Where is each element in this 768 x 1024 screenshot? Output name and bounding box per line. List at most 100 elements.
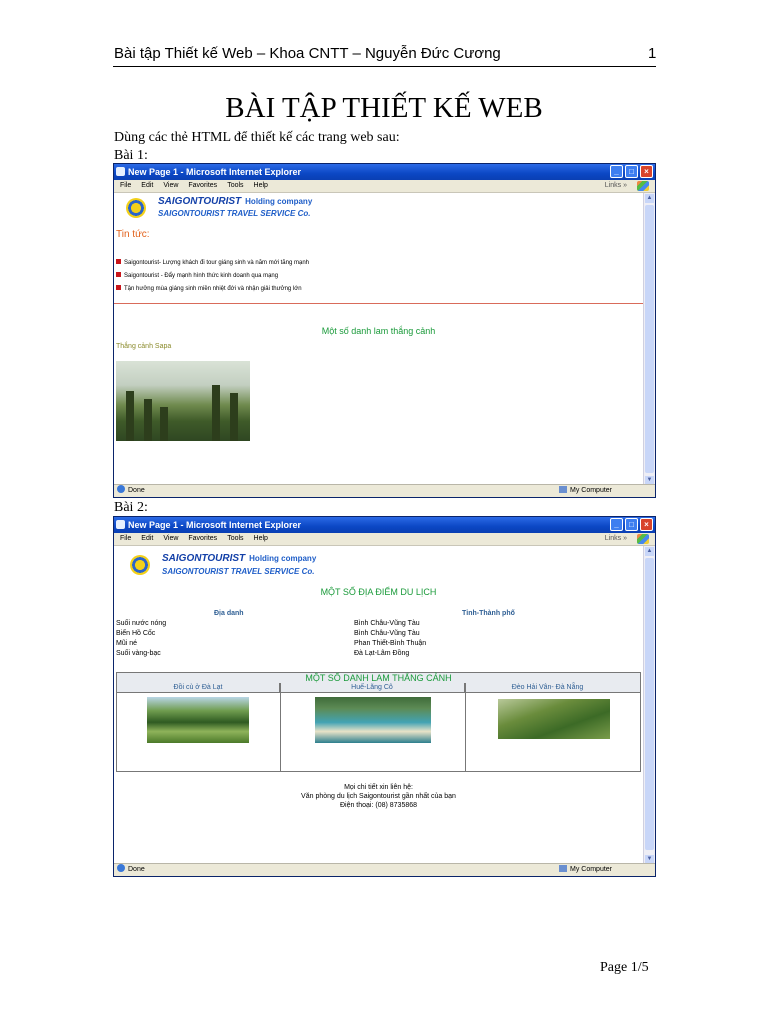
menu-help[interactable]: Help: [254, 182, 268, 189]
links-toolbar[interactable]: Links »: [605, 180, 627, 192]
place-province: Đà Lạt-Lâm Đồng: [354, 650, 410, 657]
links-chevron-icon: »: [623, 535, 627, 542]
contact-line: Văn phòng du lịch Saigontourist gần nhất…: [301, 793, 456, 800]
vertical-scrollbar[interactable]: ▲ ▼: [643, 546, 655, 865]
saigontourist-logo: [126, 198, 146, 218]
menu-bar: File Edit View Favorites Tools Help Links »: [114, 180, 655, 193]
ie-page-icon: [116, 167, 125, 176]
page-content-bai1: SAIGONTOURIST Holding company SAIGONTOURI…: [114, 193, 643, 486]
table-col-haivan: Đèo Hải Vân- Đà Nẵng: [511, 684, 584, 691]
col-header-province: Tỉnh-Thành phố: [462, 610, 515, 617]
menu-favorites[interactable]: Favorites: [188, 182, 217, 189]
page-number: 1: [648, 45, 657, 62]
scroll-thumb[interactable]: [645, 558, 654, 850]
maximize-button[interactable]: □: [625, 165, 638, 178]
maximize-button[interactable]: □: [625, 518, 638, 531]
status-done: Done: [128, 487, 145, 494]
red-bullet-icon: [116, 272, 121, 277]
page-footer: Page 1/5: [600, 960, 649, 975]
table-col-hue: Huế-Lăng Cô: [280, 683, 465, 692]
menu-bar: File Edit View Favorites Tools Help Links »: [114, 533, 655, 546]
vertical-scrollbar[interactable]: ▲ ▼: [643, 193, 655, 486]
place-name: Suối vàng-bạc: [116, 650, 161, 657]
close-button[interactable]: ×: [640, 165, 653, 178]
minimize-button[interactable]: _: [610, 165, 623, 178]
links-chevron-icon: »: [623, 182, 627, 189]
bai1-label: Bài 1:: [114, 148, 148, 163]
menu-help[interactable]: Help: [254, 535, 268, 542]
news-item[interactable]: Tận hưởng mùa giáng sinh miền nhiệt đới …: [116, 285, 302, 292]
computer-icon: [559, 486, 567, 493]
place-province: Phan Thiết-Bình Thuận: [354, 640, 427, 647]
sapa-label: Thắng cảnh Sapa: [116, 343, 172, 350]
col-header-place: Địa danh: [214, 610, 244, 617]
menu-file[interactable]: File: [120, 535, 131, 542]
menu-view[interactable]: View: [163, 182, 178, 189]
table-header-row: Đồi cù ở Đà Lạt Huế-Lăng Cô Đèo Hải Vân-…: [117, 683, 640, 693]
brand-line2: SAIGONTOURIST TRAVEL SERVICE Co.: [162, 567, 315, 576]
window-titlebar: New Page 1 - Microsoft Internet Explorer…: [114, 164, 655, 180]
intro-text: Dùng các thẻ HTML để thiết kế các trang …: [114, 130, 400, 145]
sapa-photo: [116, 361, 250, 441]
news-item[interactable]: Saigontourist - Đẩy mạnh hình thức kinh …: [116, 272, 278, 279]
status-zone: My Computer: [570, 866, 613, 873]
status-bar: Done My Computer: [114, 863, 655, 876]
status-zone: My Computer: [570, 487, 613, 494]
scroll-thumb[interactable]: [645, 205, 654, 473]
window-titlebar: New Page 1 - Microsoft Internet Explorer…: [114, 517, 655, 533]
menu-favorites[interactable]: Favorites: [188, 535, 217, 542]
menu-tools[interactable]: Tools: [227, 535, 243, 542]
place-province: Bình Châu-Vũng Tàu: [354, 630, 420, 637]
place-province: Bình Châu-Vũng Tàu: [354, 620, 420, 627]
ie-window-bai2: New Page 1 - Microsoft Internet Explorer…: [113, 516, 656, 877]
scroll-up-icon[interactable]: ▲: [645, 194, 654, 203]
page-header-text: Bài tập Thiết kế Web – Khoa CNTT – Nguyễ…: [114, 45, 501, 62]
contact-phone: Điện thoại: (08) 8735868: [339, 802, 418, 809]
ie-icon: [117, 864, 125, 872]
place-name: Biển Hồ Cốc: [116, 630, 156, 637]
red-bullet-icon: [116, 259, 121, 264]
ie-icon: [117, 485, 125, 493]
brand-line1: SAIGONTOURIST Holding company: [158, 196, 313, 207]
document-title: BÀI TẬP THIẾT KẾ WEB: [225, 92, 543, 124]
hue-langco-photo: [315, 697, 431, 743]
saigontourist-logo: [130, 555, 150, 575]
section-title-bai1: Một số danh lam thắng cảnh: [321, 326, 436, 336]
scroll-up-icon[interactable]: ▲: [645, 547, 654, 556]
landscape-table: MỘT SỐ DANH LAM THẮNG CẢNH Đồi cù ở Đà L…: [116, 672, 641, 772]
window-title: New Page 1 - Microsoft Internet Explorer: [128, 167, 302, 177]
ie-window-bai1: New Page 1 - Microsoft Internet Explorer…: [113, 163, 656, 498]
place-name: Mũi né: [116, 640, 138, 647]
section-title-bai2: MỘT SỐ ĐỊA ĐIỂM DU LỊCH: [320, 587, 437, 597]
menu-tools[interactable]: Tools: [227, 182, 243, 189]
news-item[interactable]: Saigontourist- Lượng khách đi tour giáng…: [116, 259, 309, 266]
window-title: New Page 1 - Microsoft Internet Explorer: [128, 520, 302, 530]
menu-file[interactable]: File: [120, 182, 131, 189]
haivan-photo: [498, 699, 610, 739]
ie-page-icon: [116, 520, 125, 529]
bai2-label: Bài 2:: [114, 500, 148, 515]
contact-line: Mọi chi tiết xin liên hệ:: [344, 784, 413, 791]
close-button[interactable]: ×: [640, 518, 653, 531]
menu-edit[interactable]: Edit: [141, 182, 153, 189]
red-divider: [114, 303, 643, 304]
computer-icon: [559, 865, 567, 872]
minimize-button[interactable]: _: [610, 518, 623, 531]
place-name: Suối nước nóng: [116, 620, 167, 627]
page-content-bai2: SAIGONTOURIST Holding company SAIGONTOURI…: [114, 546, 643, 865]
brand-line1: SAIGONTOURIST Holding company: [162, 553, 317, 564]
windows-logo-icon: [637, 534, 649, 544]
menu-view[interactable]: View: [163, 535, 178, 542]
links-label: Links: [604, 182, 622, 189]
menu-edit[interactable]: Edit: [141, 535, 153, 542]
news-title: Tin tức:: [116, 229, 150, 240]
table-col-dalat: Đồi cù ở Đà Lạt: [117, 683, 280, 692]
header-rule: [113, 66, 656, 67]
status-bar: Done My Computer: [114, 484, 655, 497]
links-toolbar[interactable]: Links »: [605, 533, 627, 545]
status-done: Done: [128, 866, 145, 873]
windows-logo-icon: [637, 181, 649, 191]
red-bullet-icon: [116, 285, 121, 290]
dalat-photo: [147, 697, 249, 743]
brand-line2: SAIGONTOURIST TRAVEL SERVICE Co.: [158, 209, 311, 218]
